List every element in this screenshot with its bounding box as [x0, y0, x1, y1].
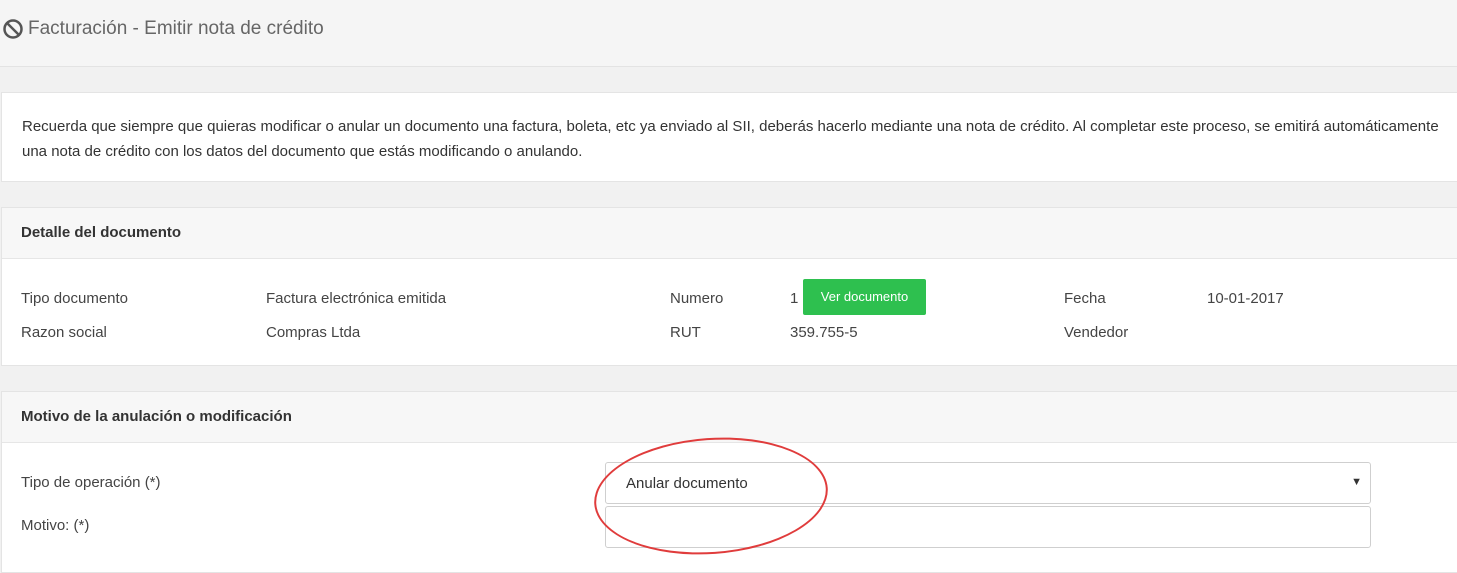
- fecha-label: Fecha: [1064, 290, 1106, 307]
- tipo-operacion-selected: Anular documento: [626, 475, 748, 492]
- numero-value: 1: [790, 290, 799, 307]
- page-title: Facturación - Emitir nota de crédito: [2, 18, 324, 40]
- tipo-operacion-label: Tipo de operación (*): [21, 474, 161, 491]
- rut-value: 359.755-5: [790, 324, 858, 341]
- razon-social-label: Razon social: [21, 324, 107, 341]
- ban-icon: [3, 19, 23, 39]
- dropdown-caret-icon: ▼: [1351, 476, 1362, 488]
- rut-label: RUT: [670, 324, 701, 341]
- detail-panel-header: Detalle del documento: [2, 208, 1457, 259]
- tipo-documento-label: Tipo documento: [21, 290, 129, 307]
- motivo-panel-header: Motivo de la anulación o modificación: [2, 392, 1457, 443]
- motivo-label: Motivo: (*): [21, 517, 90, 534]
- tipo-documento-value: Factura electrónica emitida: [266, 290, 447, 307]
- ver-documento-button[interactable]: Ver documento: [803, 279, 926, 315]
- top-bar: Facturación - Emitir nota de crédito: [0, 0, 1457, 67]
- tipo-operacion-select[interactable]: Anular documento ▼: [605, 462, 1371, 504]
- motivo-input[interactable]: [605, 506, 1371, 548]
- detail-panel: Detalle del documento Tipo documento Fac…: [1, 207, 1457, 366]
- razon-social-value: Compras Ltda: [266, 324, 361, 341]
- notice-panel: Recuerda que siempre que quieras modific…: [1, 92, 1457, 182]
- vendedor-label: Vendedor: [1064, 324, 1129, 341]
- motivo-panel-title: Motivo de la anulación o modificación: [21, 408, 292, 425]
- motivo-panel: Motivo de la anulación o modificación Ti…: [1, 391, 1457, 573]
- numero-label: Numero: [670, 290, 724, 307]
- notice-text: Recuerda que siempre que quieras modific…: [22, 118, 1439, 160]
- page-title-text: Facturación - Emitir nota de crédito: [28, 18, 324, 39]
- fecha-value: 10-01-2017: [1207, 290, 1284, 307]
- detail-panel-title: Detalle del documento: [21, 224, 182, 241]
